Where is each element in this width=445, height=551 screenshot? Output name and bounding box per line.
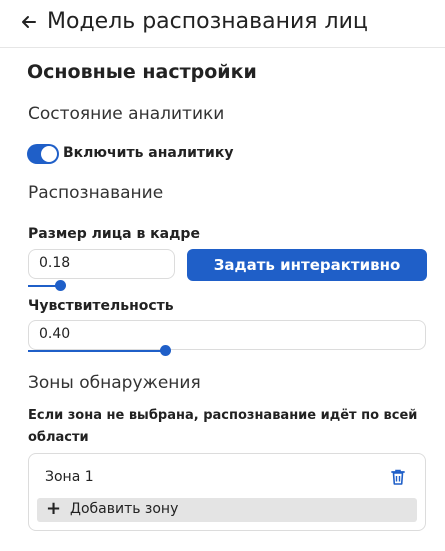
back-arrow-icon[interactable] xyxy=(19,12,39,32)
set-interactive-button[interactable]: Задать интерактивно xyxy=(187,249,427,281)
analytics-heading: Состояние аналитики xyxy=(28,104,225,124)
add-zone-label: Добавить зону xyxy=(70,501,179,517)
sensitivity-slider-thumb[interactable] xyxy=(160,345,171,356)
section-title: Основные настройки xyxy=(27,61,257,83)
face-size-slider-thumb[interactable] xyxy=(55,280,66,291)
analytics-toggle-label: Включить аналитику xyxy=(63,145,234,161)
plus-icon: + xyxy=(46,498,62,519)
zones-list: Зона 1 + Добавить зону xyxy=(28,453,426,531)
zones-heading: Зоны обнаружения xyxy=(28,373,201,393)
top-bar: Модель распознавания лиц xyxy=(0,0,445,48)
analytics-toggle[interactable] xyxy=(27,144,59,164)
page-title: Модель распознавания лиц xyxy=(47,9,368,34)
face-size-label: Размер лица в кадре xyxy=(28,226,200,242)
face-size-value: 0.18 xyxy=(39,255,71,271)
zones-note: Если зона не выбрана, распознавание идёт… xyxy=(28,408,418,445)
sensitivity-slider-fill xyxy=(28,350,165,352)
add-zone-button[interactable]: + Добавить зону xyxy=(37,498,417,522)
zone-item-label[interactable]: Зона 1 xyxy=(45,469,94,485)
trash-icon[interactable] xyxy=(389,468,407,486)
face-size-field[interactable]: 0.18 xyxy=(28,249,175,279)
toggle-knob xyxy=(41,146,57,162)
sensitivity-value: 0.40 xyxy=(39,326,71,342)
sensitivity-field[interactable]: 0.40 xyxy=(28,320,426,350)
recognition-heading: Распознавание xyxy=(28,183,164,203)
sensitivity-label: Чувствительность xyxy=(28,298,174,314)
